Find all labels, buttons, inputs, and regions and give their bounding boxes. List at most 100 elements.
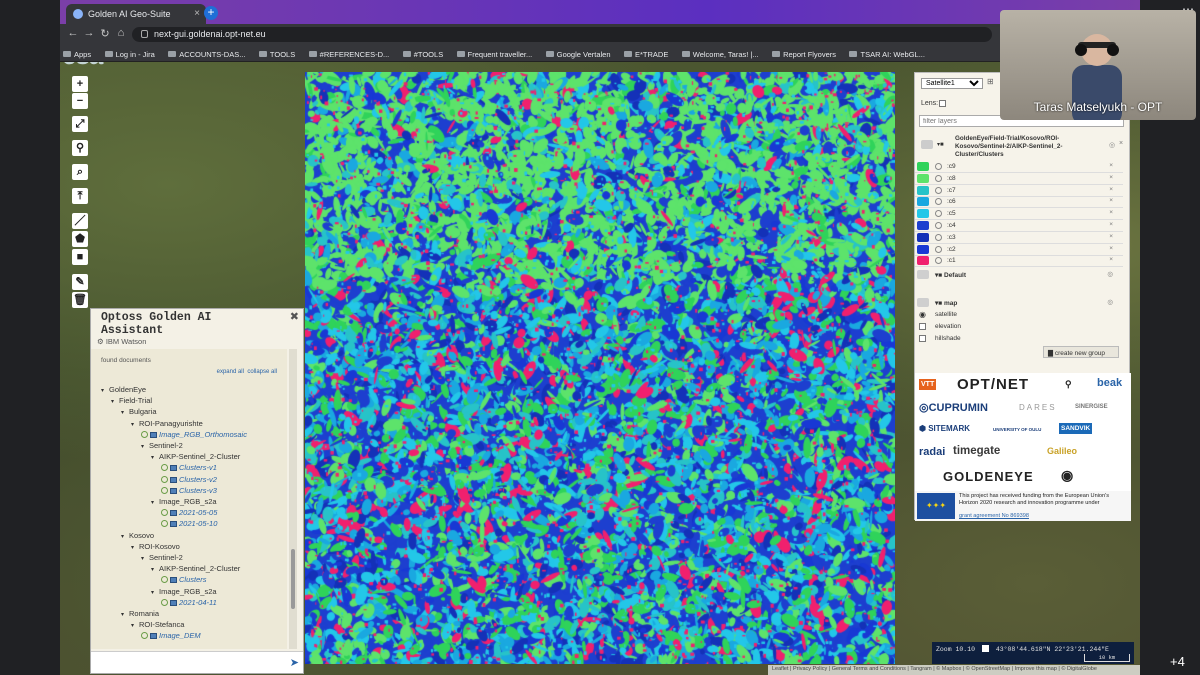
- tree-node-image[interactable]: 2021-05-10: [161, 519, 217, 528]
- expand-all-link[interactable]: expand all: [217, 369, 244, 375]
- tree-node-folder[interactable]: ▾ ROI-Panagyurishte: [131, 419, 203, 428]
- eye-icon[interactable]: [917, 270, 929, 279]
- remove-layer-icon[interactable]: ×: [1109, 209, 1113, 216]
- add-layer-icon[interactable]: [161, 520, 168, 528]
- edit-layers-button[interactable]: ✎: [72, 274, 88, 290]
- cluster-overlay-raster[interactable]: [305, 72, 895, 664]
- add-layer-icon[interactable]: [161, 464, 168, 472]
- eye-icon[interactable]: [921, 140, 933, 149]
- expand-arrow-icon[interactable]: ▾: [131, 622, 139, 629]
- add-layer-icon[interactable]: [141, 430, 148, 438]
- tree-node-layer[interactable]: Clusters-v1: [161, 463, 217, 472]
- fullscreen-button[interactable]: ⤢: [72, 116, 88, 132]
- add-layer-icon[interactable]: [935, 210, 942, 218]
- eye-icon[interactable]: [917, 185, 929, 195]
- new-tab-button[interactable]: +: [204, 6, 218, 20]
- expand-arrow-icon[interactable]: ▾: [151, 566, 159, 573]
- bookmark-item[interactable]: #REFERENCES-D...: [306, 46, 396, 59]
- add-layer-icon[interactable]: [161, 486, 168, 494]
- home-icon[interactable]: ⌂: [114, 27, 128, 39]
- tree-node-image[interactable]: 2021-05-05: [161, 508, 217, 517]
- tree-node-folder[interactable]: ▾ Bulgaria: [121, 407, 157, 416]
- tree-node-image[interactable]: Image_DEM: [141, 631, 201, 640]
- eye-icon[interactable]: [917, 256, 929, 266]
- tree-node-folder[interactable]: ▾ ROI-Stefanca: [131, 620, 184, 629]
- expand-arrow-icon[interactable]: ▾: [151, 499, 159, 506]
- expand-arrow-icon[interactable]: ▾: [121, 611, 129, 618]
- bookmark-item[interactable]: E*TRADE: [621, 46, 674, 59]
- expand-arrow-icon[interactable]: ▾: [151, 454, 159, 461]
- draw-polygon-button[interactable]: ⬟: [72, 231, 88, 247]
- bookmark-item[interactable]: Report Flyovers: [769, 46, 842, 59]
- add-layer-icon[interactable]: [161, 576, 168, 584]
- add-layer-icon[interactable]: [935, 174, 942, 182]
- map-view[interactable]: esa + − ⤢ ⚲ ⌕ ⤒ ／ ⬟ ■ ✎ 🗑 Optoss Golden …: [60, 62, 1140, 675]
- add-layer-icon[interactable]: [141, 632, 148, 640]
- base-layer-satellite[interactable]: ◉ satellite: [915, 309, 1123, 321]
- add-layer-icon[interactable]: [161, 509, 168, 517]
- eye-icon[interactable]: [917, 209, 929, 219]
- create-new-group-button[interactable]: ▇ create new group: [1043, 346, 1119, 358]
- eye-icon[interactable]: [917, 162, 929, 171]
- bookmark-item[interactable]: Apps: [60, 46, 97, 59]
- reload-icon[interactable]: ↻: [98, 27, 112, 40]
- eye-icon[interactable]: [917, 232, 929, 242]
- tree-node-layer[interactable]: Clusters-v3: [161, 486, 217, 495]
- remove-layer-icon[interactable]: ×: [1109, 245, 1113, 252]
- bookmark-item[interactable]: Frequent traveller...: [454, 46, 539, 59]
- collapse-all-link[interactable]: collapse all: [247, 369, 277, 375]
- cluster-layer-row[interactable]: :c8 ×: [915, 173, 1123, 185]
- more-options-icon[interactable]: ⋯: [1182, 2, 1194, 16]
- url-field[interactable]: next-gui.goldenai.opt-net.eu: [132, 27, 992, 42]
- visibility-toggle-icon[interactable]: ◎: [1107, 270, 1113, 278]
- eye-icon[interactable]: ◉: [919, 310, 926, 319]
- draw-rectangle-button[interactable]: ■: [72, 249, 88, 265]
- map-group-row[interactable]: ▾■ map ◎: [915, 297, 1123, 309]
- cluster-layer-row[interactable]: :c4 ×: [915, 220, 1123, 232]
- expand-arrow-icon[interactable]: ▾: [131, 544, 139, 551]
- remove-layer-icon[interactable]: ×: [1109, 197, 1113, 204]
- eye-icon[interactable]: [917, 197, 929, 207]
- remove-group-icon[interactable]: ×: [1119, 140, 1123, 147]
- draw-line-button[interactable]: ／: [72, 213, 88, 229]
- remove-layer-icon[interactable]: ×: [1109, 233, 1113, 240]
- expand-arrow-icon[interactable]: ▾: [101, 387, 109, 394]
- cluster-layer-row[interactable]: :c2 ×: [915, 244, 1123, 256]
- add-layer-icon[interactable]: [935, 233, 942, 241]
- bookmark-item[interactable]: Log in - Jira: [102, 46, 161, 59]
- expand-arrow-icon[interactable]: ▾: [121, 533, 129, 540]
- tree-node-folder[interactable]: ▾ ROI-Kosovo: [131, 542, 180, 551]
- send-icon[interactable]: ➤: [290, 656, 299, 669]
- close-icon[interactable]: ✖: [290, 310, 299, 323]
- back-icon[interactable]: ←: [66, 27, 80, 39]
- other-participants-count[interactable]: +4: [1170, 654, 1185, 669]
- remove-layer-icon[interactable]: ×: [1109, 221, 1113, 228]
- add-layer-icon[interactable]: [935, 198, 942, 206]
- participant-video-tile[interactable]: Taras Matselyukh - OPT: [1000, 10, 1196, 120]
- visibility-toggle-icon[interactable]: ◎: [1109, 141, 1115, 149]
- cluster-layer-row[interactable]: :c1 ×: [915, 255, 1123, 268]
- eye-icon[interactable]: [917, 244, 929, 254]
- tree-node-folder[interactable]: ▾ Sentinel-2: [141, 553, 183, 562]
- remove-layer-icon[interactable]: ×: [1109, 162, 1113, 169]
- tree-node-layer[interactable]: Clusters: [161, 575, 207, 584]
- eye-icon[interactable]: [917, 173, 929, 183]
- add-layer-icon[interactable]: [161, 598, 168, 606]
- cluster-layer-row[interactable]: :c6 ×: [915, 196, 1123, 209]
- tree-node-folder[interactable]: ▾ GoldenEye: [101, 385, 146, 394]
- add-layer-icon[interactable]: [935, 245, 942, 253]
- tree-node-folder[interactable]: ▾ Image_RGB_s2a: [151, 497, 217, 506]
- expand-arrow-icon[interactable]: ▾: [141, 443, 149, 450]
- eye-icon[interactable]: [917, 298, 929, 307]
- cluster-layer-row[interactable]: :c3 ×: [915, 232, 1123, 244]
- zoom-out-button[interactable]: −: [72, 93, 88, 109]
- locate-button[interactable]: ⚲: [72, 140, 88, 156]
- base-layer-elevation[interactable]: elevation: [915, 321, 1123, 333]
- tree-node-folder[interactable]: ▾ AIKP-Sentinel_2-Cluster: [151, 564, 240, 573]
- cluster-layer-row[interactable]: :c5 ×: [915, 208, 1123, 221]
- expand-arrow-icon[interactable]: ▾: [121, 409, 129, 416]
- lens-checkbox[interactable]: [939, 100, 946, 107]
- eye-icon[interactable]: [917, 221, 929, 230]
- grant-link[interactable]: grant agreement No 869398: [959, 513, 1029, 519]
- tree-node-layer[interactable]: Clusters-v2: [161, 475, 217, 484]
